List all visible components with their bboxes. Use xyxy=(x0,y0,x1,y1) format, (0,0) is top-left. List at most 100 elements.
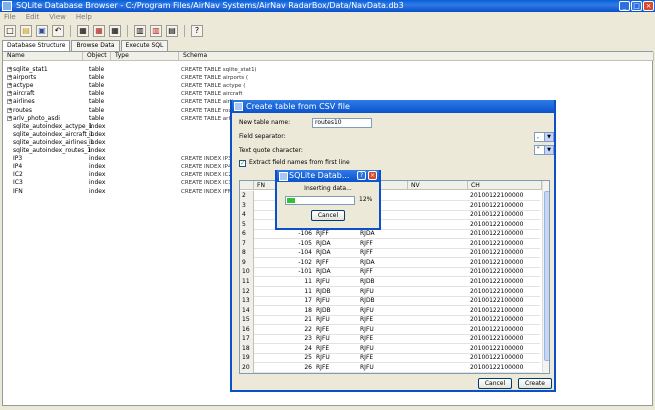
close-icon[interactable]: × xyxy=(368,171,377,180)
expand-icon[interactable]: + xyxy=(7,67,12,72)
table-row[interactable]: 18 24 RJFE RJFU 20100122100000 xyxy=(240,343,540,354)
tree-row-label: IFN xyxy=(13,187,23,195)
grid-row-number: 20 xyxy=(240,362,254,373)
tree-row-label: IC3 xyxy=(13,179,23,187)
tree-row-name: +routes xyxy=(7,107,32,115)
expand-icon[interactable]: + xyxy=(7,83,12,89)
tree-row-object: table xyxy=(89,98,105,106)
tab-browse-data[interactable]: Browse Data xyxy=(71,40,120,51)
expand-icon[interactable]: + xyxy=(7,99,12,105)
new-db-icon[interactable]: □ xyxy=(4,25,16,37)
tree-row-name: +sqlite_stat1 xyxy=(7,66,48,74)
tree-row[interactable]: +airports table CREATE TABLE airports ( xyxy=(3,74,654,82)
modify-table-icon[interactable]: ▦ xyxy=(109,25,121,37)
column-header-schema[interactable]: Schema xyxy=(179,52,654,61)
table-name-input[interactable]: routes10 xyxy=(312,118,372,128)
tab-execute-sql[interactable]: Execute SQL xyxy=(120,40,169,51)
tree-row[interactable]: +sqlite_stat1 table CREATE TABLE sqlite_st… xyxy=(3,66,654,74)
grid-row-number: 11 xyxy=(240,276,254,287)
table-name-label: New table name: xyxy=(239,119,291,126)
menu-view[interactable]: View xyxy=(49,12,66,23)
grid-cell-col2: RJFU xyxy=(316,277,330,285)
create-button[interactable]: Create xyxy=(518,378,552,389)
grid-cell-fn: 25 xyxy=(304,354,312,362)
expand-icon[interactable]: + xyxy=(7,75,12,81)
table-row[interactable]: 13 17 RJFU RJDB 20100122100000 xyxy=(240,296,540,307)
table-row[interactable]: 6 -106 RJFF RJDA 20100122100000 xyxy=(240,229,540,240)
tree-row[interactable]: +actype table CREATE TABLE actype ( xyxy=(3,82,654,90)
table-row[interactable]: 12 11 RJDB RJFU 20100122100000 xyxy=(240,286,540,297)
grid-cell-col3: RJFU xyxy=(360,287,374,295)
menu-help[interactable]: Help xyxy=(76,12,92,23)
open-db-icon[interactable]: ▤ xyxy=(20,25,32,37)
grid-cell-fn: 18 xyxy=(304,306,312,314)
grid-row-number: 6 xyxy=(240,229,254,240)
quote-character-label: Text quote character: xyxy=(239,147,303,154)
tree-row-object: table xyxy=(89,74,105,82)
dialog-title-bar[interactable]: Create table from CSV file xyxy=(232,100,554,113)
undo-icon[interactable]: ↶ xyxy=(52,25,64,37)
cancel-button[interactable]: Cancel xyxy=(478,378,512,389)
save-icon[interactable]: ▣ xyxy=(36,25,48,37)
tree-row-label: routes xyxy=(13,106,32,114)
table-row[interactable]: 14 18 RJDB RJFU 20100122100000 xyxy=(240,305,540,316)
column-header-type[interactable]: Type xyxy=(111,52,179,61)
table-row[interactable]: 9 -102 RJFF RJDA 20100122100000 xyxy=(240,257,540,268)
column-header-name[interactable]: Name xyxy=(3,52,83,61)
create-table-icon[interactable]: ▦ xyxy=(77,25,89,37)
table-row[interactable]: 7 -105 RJDA RJFF 20100122100000 xyxy=(240,238,540,249)
table-row[interactable]: 19 25 RJFU RJFE 20100122100000 xyxy=(240,353,540,364)
tree-row-name: IP4 xyxy=(13,163,22,171)
tree-row-object: index xyxy=(89,187,106,195)
maximize-button[interactable]: □ xyxy=(631,1,642,11)
query-icon[interactable]: ▤ xyxy=(166,25,178,37)
progress-dialog: SQLite Datab... ? × Inserting data... 12… xyxy=(275,170,381,230)
tree-row-label: IP4 xyxy=(13,163,23,171)
app-icon xyxy=(2,1,12,11)
grid-vertical-scrollbar[interactable] xyxy=(542,181,549,373)
chevron-down-icon: ▼ xyxy=(544,133,553,141)
tree-row-label: sqlite_stat1 xyxy=(13,66,48,73)
grid-header-nv[interactable]: NV xyxy=(408,181,468,190)
field-separator-select[interactable]: , ▼ xyxy=(534,132,554,142)
expand-icon[interactable]: + xyxy=(7,115,12,121)
menu-file[interactable]: File xyxy=(4,12,16,23)
expand-icon[interactable]: + xyxy=(7,107,12,113)
window-title-bar[interactable]: SQLite Database Browser - C:/Program Fil… xyxy=(0,0,655,12)
table-row[interactable]: 17 23 RJFU RJFE 20100122100000 xyxy=(240,334,540,345)
tab-bar: Database Structure Browse Data Execute S… xyxy=(2,40,169,51)
minimize-button[interactable]: _ xyxy=(619,1,630,11)
scrollbar-thumb[interactable] xyxy=(544,191,549,361)
table-row[interactable]: 11 11 RJFU RJDB 20100122100000 xyxy=(240,276,540,287)
table-row[interactable]: 8 -104 RJDA RJFF 20100122100000 xyxy=(240,248,540,259)
grid-row-number: 9 xyxy=(240,257,254,268)
grid-row-number: 14 xyxy=(240,305,254,316)
grid-cell-col3: RJFU xyxy=(360,306,374,314)
column-header-object[interactable]: Object xyxy=(83,52,111,61)
grid-row-number: 7 xyxy=(240,238,254,249)
delete-index-icon[interactable]: ▥ xyxy=(150,25,162,37)
grid-header-ch[interactable]: CH xyxy=(468,181,542,190)
extract-field-names-checkbox[interactable]: ✓ xyxy=(239,160,246,167)
table-row[interactable]: 15 21 RJFU RJFE 20100122100000 xyxy=(240,315,540,326)
create-index-icon[interactable]: ▥ xyxy=(134,25,146,37)
close-button[interactable]: × xyxy=(643,1,654,11)
table-row[interactable]: 10 -101 RJDA RJFF 20100122100000 xyxy=(240,267,540,278)
menu-edit[interactable]: Edit xyxy=(26,12,40,23)
tree-row[interactable]: +aircraft table CREATE TABLE aircraft xyxy=(3,90,654,98)
progress-bar xyxy=(285,196,355,205)
grid-cell-ch: 20100122100000 xyxy=(470,325,524,333)
grid-cell-col3: RJDB xyxy=(360,297,375,305)
whats-this-icon[interactable]: ? xyxy=(191,25,203,37)
toolbar: □ ▤ ▣ ↶ ▦ ▦ ▦ ▥ ▥ ▤ ? xyxy=(0,23,655,39)
table-row[interactable]: 16 22 RJFE RJFU 20100122100000 xyxy=(240,324,540,335)
quote-character-select[interactable]: " ▼ xyxy=(534,145,554,155)
delete-table-icon[interactable]: ▦ xyxy=(93,25,105,37)
tab-database-structure[interactable]: Database Structure xyxy=(2,40,71,51)
grid-cell-fn: -104 xyxy=(298,249,312,257)
progress-cancel-button[interactable]: Cancel xyxy=(311,210,345,221)
grid-cell-ch: 20100122100000 xyxy=(470,363,524,371)
help-icon[interactable]: ? xyxy=(357,171,366,180)
table-row[interactable]: 20 26 RJFE RJFU 20100122100000 xyxy=(240,362,540,373)
expand-icon[interactable]: + xyxy=(7,91,12,97)
